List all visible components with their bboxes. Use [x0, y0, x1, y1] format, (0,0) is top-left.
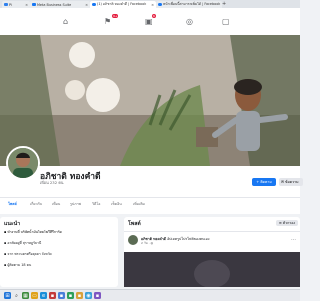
filter-icon: ≡ [279, 221, 282, 225]
tab-about[interactable]: เกี่ยวกับ [30, 201, 42, 207]
browser-tab[interactable]: Meta Business Suite × [30, 1, 90, 8]
close-icon[interactable]: × [85, 3, 88, 7]
profile-tabs: โพสต์ เกี่ยวกับ เพื่อน รูปภาพ วิดีโอ เช็… [0, 197, 300, 214]
home-icon: ▪ [4, 241, 6, 245]
flag-icon[interactable]: ⚑ [104, 17, 111, 26]
cover-illustration [0, 35, 300, 166]
search-icon[interactable]: ⌕ [13, 292, 20, 299]
intro-line: ▪ อาศัยอยู่ที่ สุราษฎร์ธานี [4, 241, 41, 246]
home-icon[interactable]: ⌂ [63, 17, 68, 26]
tab-posts[interactable]: โพสต์ [8, 201, 17, 207]
post-image-content [124, 252, 300, 287]
divider [124, 231, 300, 232]
app-icon[interactable]: ▪ [94, 292, 101, 299]
app-icon[interactable]: ▪ [76, 292, 83, 299]
post-avatar[interactable] [128, 235, 138, 245]
tab-more[interactable]: เพิ่มเติม [133, 201, 145, 207]
post-time[interactable]: 2 วัน · ◍ [141, 241, 153, 246]
tab-title: (1) อภิชาติ ทองคำดี | Facebook [97, 2, 146, 7]
facebook-icon [92, 3, 96, 7]
tab-friends[interactable]: เพื่อน [52, 201, 60, 207]
message-button[interactable]: ✉ ข้อความ [279, 178, 303, 186]
filter-button[interactable]: ≡ ตัวกรอง [276, 220, 298, 226]
more-icon[interactable]: … [291, 236, 296, 242]
facebook-icon [158, 3, 162, 7]
browser-tab[interactable]: หน้าเพื่อนนี้สามารถเพิ่มได้ | Facebook × [156, 1, 222, 8]
intro-line: ▪ จาก พระนครศรีอยุธยา จังหวัด [4, 252, 52, 257]
intro-title: แนะนำ [4, 220, 20, 228]
intro-card: แนะนำ ▪ ทำงานที่ บริษัทน้ำมันไทยโพวีทีรี… [0, 217, 118, 287]
briefcase-icon: ▪ [4, 230, 6, 234]
follow-icon: + [256, 180, 259, 184]
app-icon[interactable]: ▪ [49, 292, 56, 299]
gaming-icon[interactable]: ▢ [222, 17, 230, 26]
posts-card: โพสต์ ≡ ตัวกรอง อภิชาติ ทองคำดี อัปเดตรู… [124, 217, 300, 287]
browser-tab-strip: Pi × Meta Business Suite × (1) อภิชาติ ท… [0, 0, 300, 8]
windows-start-icon[interactable]: ⊞ [4, 292, 11, 299]
messenger-icon: ✉ [281, 180, 284, 184]
new-tab-icon[interactable]: + [222, 1, 226, 7]
tab-checkins[interactable]: เช็คอิน [111, 201, 122, 207]
rss-icon: ▪ [4, 263, 6, 267]
meta-icon [32, 3, 36, 7]
post-action: อัปเดตรูปโปรไฟล์ของตนเอง [167, 237, 209, 241]
app-icon[interactable]: ▪ [58, 292, 65, 299]
tab-title: Meta Business Suite [37, 3, 71, 7]
folder-icon[interactable]: ▭ [31, 292, 38, 299]
message-label: ข้อความ [285, 179, 298, 185]
os-taskbar: ⊞ ⌕ ▦ ▭ e ▪ ▪ ▪ ▪ ◉ ▪ [0, 289, 300, 301]
cover-photo[interactable] [0, 35, 300, 166]
tab-title: หน้าเพื่อนนี้สามารถเพิ่มได้ | Facebook [163, 2, 220, 7]
browser-tab[interactable]: Pi × [2, 1, 30, 8]
groups-icon[interactable]: ◎ [186, 17, 193, 26]
post-image[interactable] [124, 252, 300, 287]
intro-line: ▪ ผู้ติดตาม 18 คน [4, 263, 31, 268]
follow-button[interactable]: + ติดตาม [252, 178, 276, 186]
tab-videos[interactable]: วิดีโอ [92, 201, 100, 207]
posts-title: โพสต์ [128, 220, 141, 228]
app-icon[interactable]: ▪ [67, 292, 74, 299]
follow-label: ติดตาม [260, 179, 271, 185]
friends-count[interactable]: เพื่อน 232 คน [40, 180, 63, 186]
location-icon: ▪ [4, 252, 6, 256]
close-icon[interactable]: × [151, 3, 154, 7]
notification-badge: 9+ [112, 14, 118, 18]
tab-title: Pi [9, 3, 12, 7]
avatar-image [8, 148, 38, 178]
tab-photos[interactable]: รูปภาพ [70, 201, 81, 207]
close-icon[interactable]: × [25, 3, 28, 7]
intro-line: ▪ ทำงานที่ บริษัทน้ำมันไทยโพวีทีรีการ์ด [4, 230, 62, 235]
tab-favicon-icon [4, 3, 8, 7]
avatar[interactable] [6, 146, 40, 180]
browser-tab-active[interactable]: (1) อภิชาติ ทองคำดี | Facebook × [90, 1, 156, 8]
market-icon[interactable]: ▣ [145, 17, 153, 26]
chrome-icon[interactable]: ◉ [85, 292, 92, 299]
notification-badge: 6 [152, 14, 156, 18]
spreadsheet-app-icon[interactable]: ▦ [22, 292, 29, 299]
edge-browser-icon[interactable]: e [40, 292, 47, 299]
facebook-topbar: ⌂ ⚑ 9+ ▣ 6 ◎ ▢ [0, 8, 300, 36]
globe-icon: ◍ [150, 241, 153, 245]
